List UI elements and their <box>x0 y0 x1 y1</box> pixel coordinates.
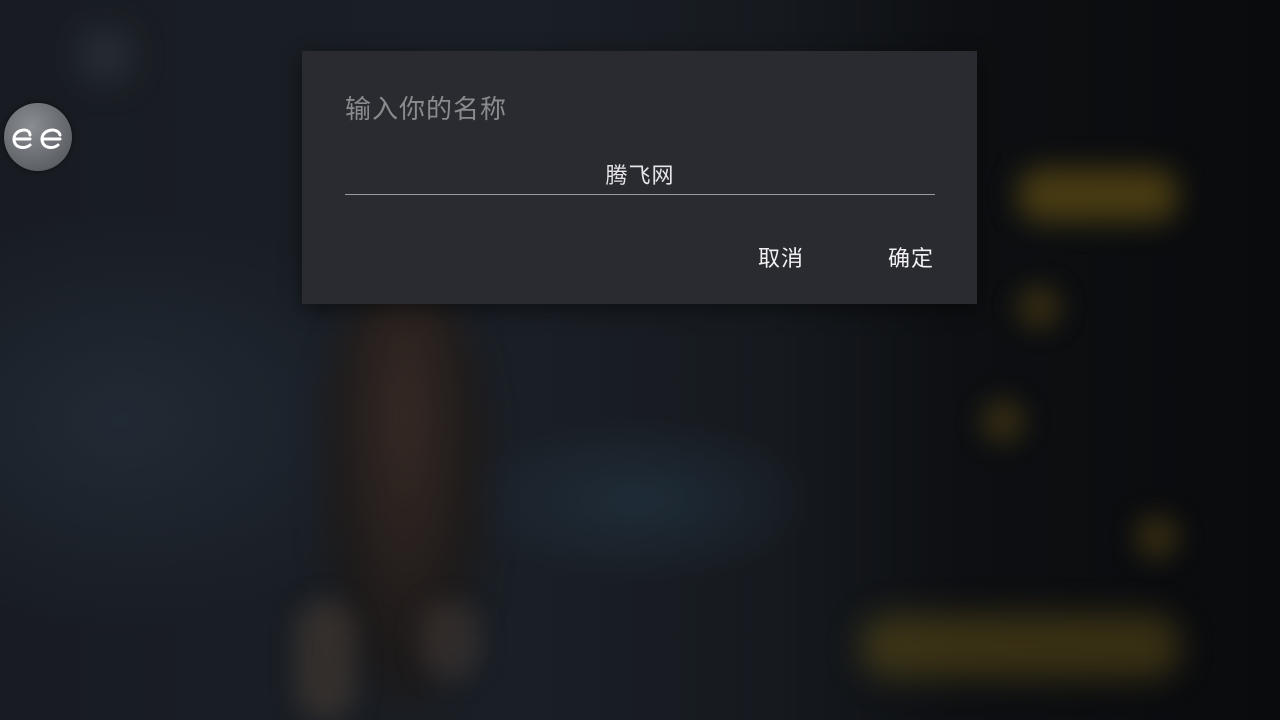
background-glow-dot <box>1016 284 1062 330</box>
background-glow-dot <box>1134 514 1180 560</box>
background-character-leg <box>296 600 356 720</box>
app-logo-glyph <box>12 128 62 149</box>
name-input-value[interactable]: 腾飞网 <box>605 158 674 190</box>
name-input-dialog: 输入你的名称 腾飞网 取消 确定 <box>302 51 977 304</box>
app-logo-icon[interactable] <box>4 103 72 171</box>
background-glow-dot <box>980 398 1026 444</box>
background-button-glow <box>860 614 1180 678</box>
background-blur-spot <box>80 30 130 80</box>
cancel-button[interactable]: 取消 <box>758 237 804 277</box>
background-character-leg <box>420 600 480 680</box>
background-button-glow <box>1018 168 1178 222</box>
name-input-field[interactable]: 腾飞网 <box>345 154 935 195</box>
confirm-button[interactable]: 确定 <box>888 237 934 277</box>
dialog-title: 输入你的名称 <box>345 95 508 125</box>
